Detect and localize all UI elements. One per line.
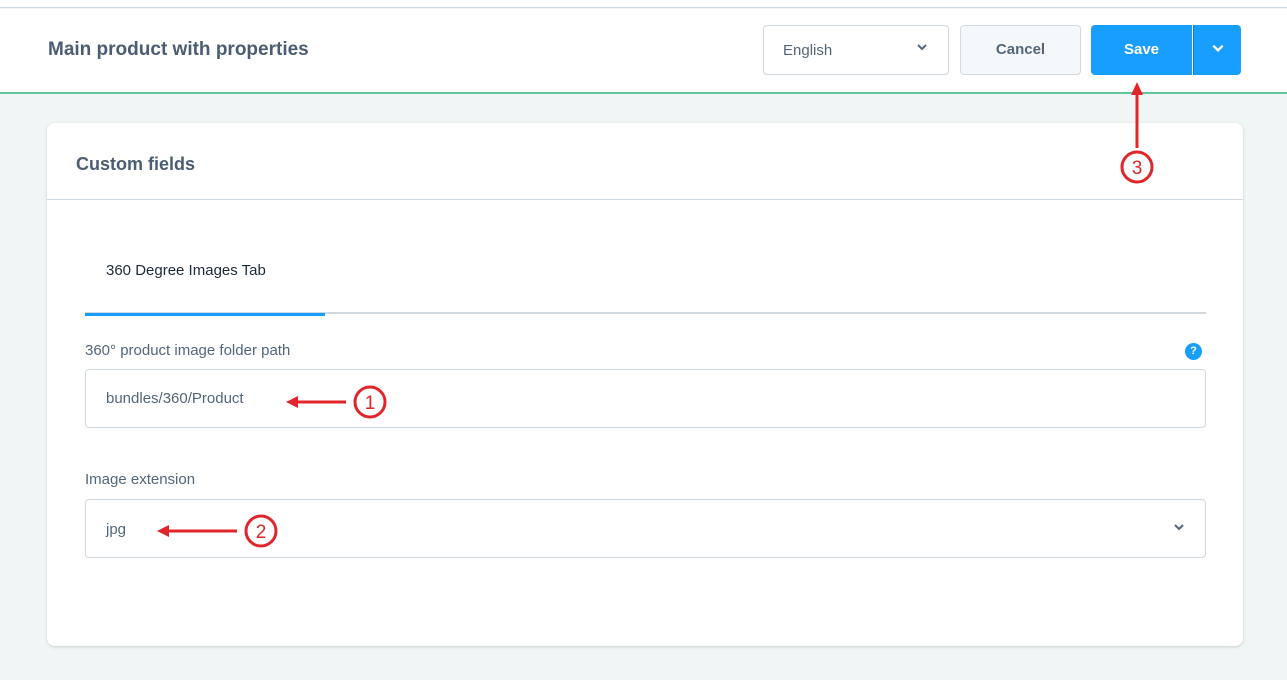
image-extension-label: Image extension bbox=[85, 471, 196, 488]
page-header: Main product with properties English Can… bbox=[0, 9, 1287, 94]
folder-path-label: 360° product image folder path bbox=[85, 342, 291, 359]
save-options-button[interactable] bbox=[1193, 25, 1241, 75]
arrow-icon bbox=[286, 396, 346, 408]
language-select-value: English bbox=[783, 42, 833, 59]
folder-path-value: bundles/360/Product bbox=[106, 390, 244, 407]
annotation-number: 2 bbox=[256, 522, 267, 543]
annotation-marker-3: 3 bbox=[1120, 82, 1154, 184]
help-icon[interactable]: ? bbox=[1185, 343, 1202, 360]
annotation-marker-2: 2 bbox=[157, 514, 278, 548]
annotation-number: 3 bbox=[1132, 158, 1143, 179]
page-title: Main product with properties bbox=[48, 39, 309, 60]
annotation-number: 1 bbox=[365, 393, 376, 414]
folder-path-input[interactable]: bundles/360/Product bbox=[85, 369, 1206, 428]
tab-label: 360 Degree Images Tab bbox=[106, 262, 266, 279]
save-button[interactable]: Save bbox=[1091, 25, 1192, 75]
annotation-marker-1: 1 bbox=[286, 385, 387, 419]
arrow-icon bbox=[1131, 82, 1143, 148]
chevron-down-icon bbox=[917, 44, 927, 51]
card-title: Custom fields bbox=[76, 154, 196, 174]
custom-fields-card: Custom fields 360 Degree Images Tab 360°… bbox=[47, 123, 1243, 646]
active-tab-indicator bbox=[85, 313, 325, 316]
top-bar bbox=[0, 0, 1287, 8]
tab-bar: 360 Degree Images Tab bbox=[85, 251, 1206, 316]
chevron-down-icon bbox=[1212, 44, 1224, 52]
language-select[interactable]: English bbox=[763, 25, 949, 75]
cancel-button[interactable]: Cancel bbox=[960, 25, 1081, 75]
chevron-down-icon bbox=[1174, 524, 1184, 531]
card-header: Custom fields bbox=[47, 123, 1243, 200]
image-extension-value: jpg bbox=[106, 521, 127, 538]
tab-360-degree-images[interactable]: 360 Degree Images Tab bbox=[85, 251, 325, 316]
arrow-icon bbox=[157, 525, 237, 537]
